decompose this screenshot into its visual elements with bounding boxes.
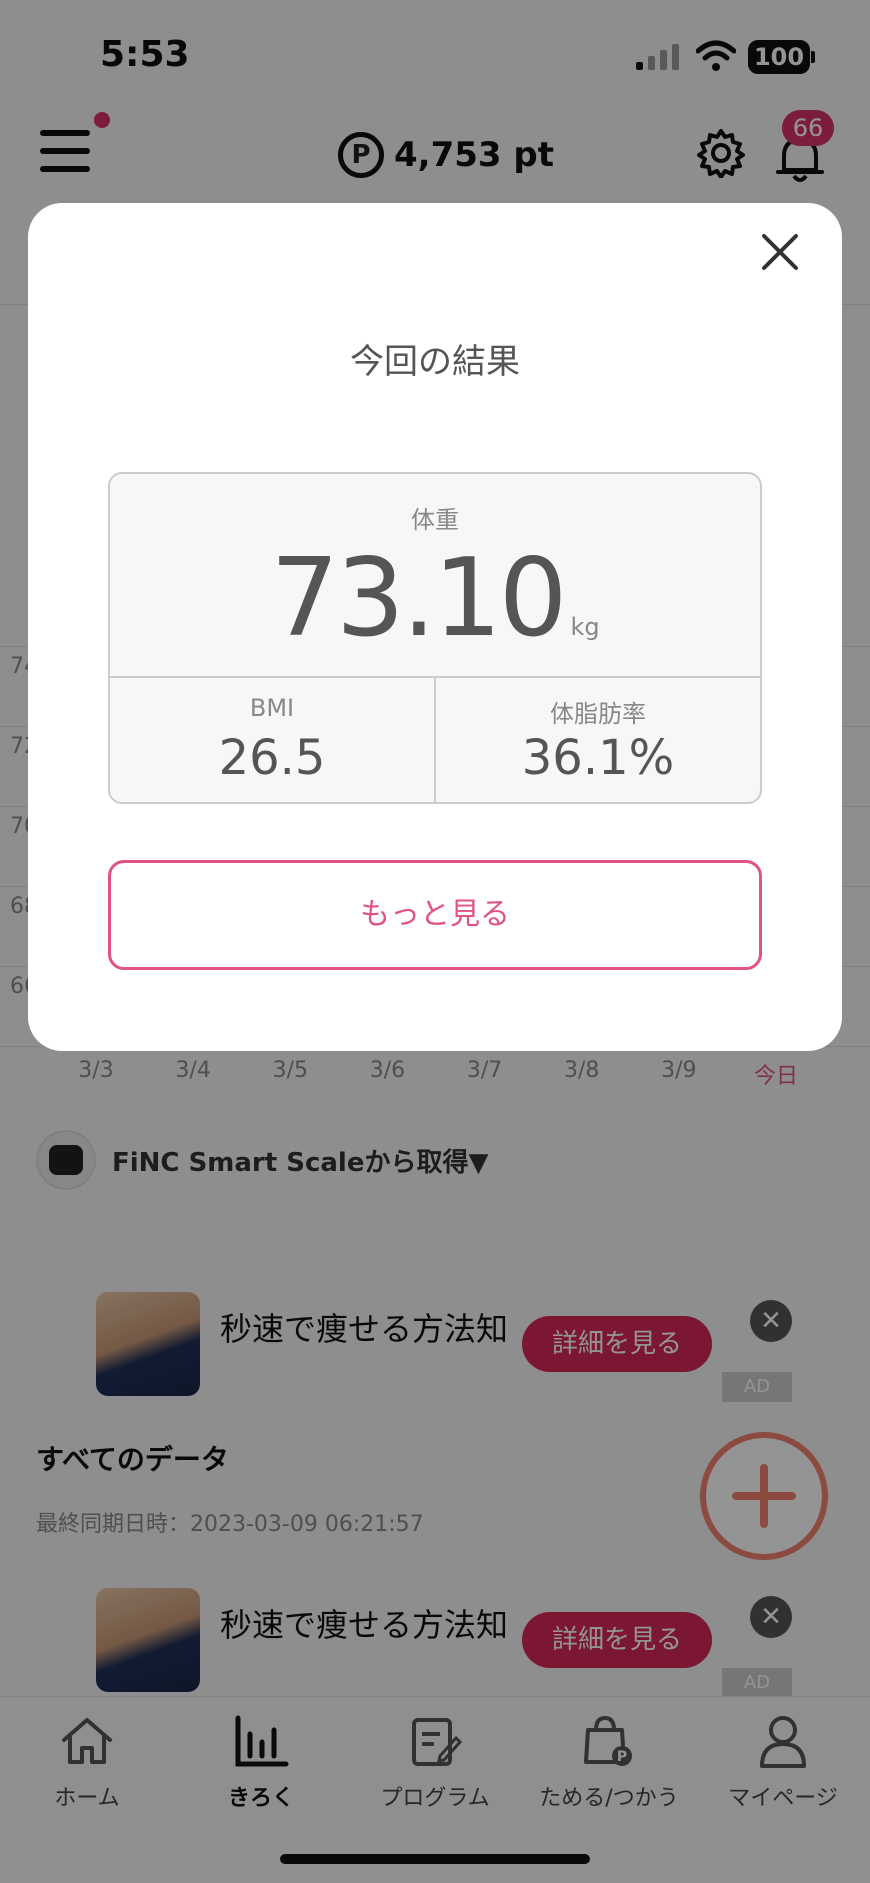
close-icon[interactable] [760,232,800,272]
modal-title: 今回の結果 [350,342,520,382]
weight-unit: kg [570,613,600,641]
bmi-value: 26.5 [218,730,326,786]
weight-value: 73.10 [270,536,567,661]
bmi-label: BMI [249,694,295,722]
weight-label: 体重 [411,506,459,534]
body-fat-label: 体脂肪率 [550,700,646,728]
weight-value-row: 73.10 kg [108,536,762,661]
body-fat-value: 36.1% [521,730,675,786]
see-more-button[interactable]: もっと見る [108,860,762,970]
